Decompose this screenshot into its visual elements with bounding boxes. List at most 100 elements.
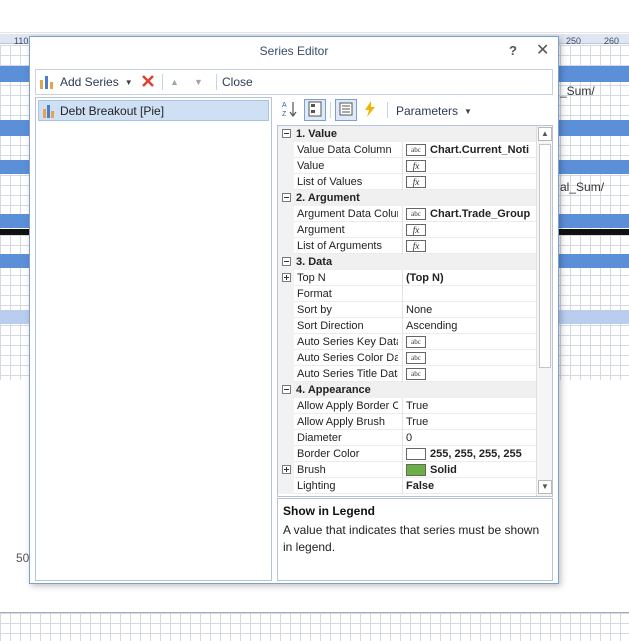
close-button[interactable]: Close [222,70,253,94]
property-name: Argument Data Colun [297,208,398,220]
add-series-label: Add Series [60,75,119,89]
property-row[interactable]: Format [278,286,536,302]
help-button[interactable]: ? [509,43,517,58]
property-value-cell[interactable]: abc [402,334,536,350]
property-name: Value [297,160,325,172]
property-row[interactable]: Border Color 255, 255, 255, 255 [278,446,536,462]
data-column-icon[interactable]: abc [406,368,426,380]
red-x-icon [140,73,156,92]
row-gutter [278,446,294,462]
property-grid-scrollbar[interactable]: ▲ ▼ [536,126,552,496]
property-row[interactable]: Argument fx [278,222,536,238]
expression-icon[interactable]: fx [406,224,426,236]
row-gutter [278,350,294,366]
property-value-cell[interactable]: fx [402,174,536,190]
series-list-item[interactable]: Debt Breakout [Pie] [38,100,269,121]
collapse-minus-icon[interactable] [282,193,291,202]
property-value: True [406,416,429,428]
property-row[interactable]: Value fx [278,158,536,174]
parameters-dropdown[interactable]: Parameters ▼ [396,99,472,123]
property-value-cell[interactable]: (Top N) [402,270,536,286]
property-row[interactable]: Top N (Top N) [278,270,536,286]
scroll-down-button[interactable]: ▼ [538,480,552,494]
property-row[interactable]: Sort by None [278,302,536,318]
row-gutter [278,206,294,222]
property-value-cell[interactable]: abc Chart.Trade_Group [402,206,536,222]
property-row[interactable]: Auto Series Title Data abc [278,366,536,382]
color-swatch[interactable] [406,464,426,476]
collapse-minus-icon[interactable] [282,129,291,138]
move-up-button[interactable]: ▲ [170,70,179,94]
expand-plus-icon[interactable] [282,273,291,282]
data-column-icon[interactable]: abc [406,336,426,348]
property-value-cell[interactable]: 0 [402,430,536,446]
property-value-cell[interactable]: fx [402,158,536,174]
scroll-up-button[interactable]: ▲ [538,127,552,141]
collapse-minus-icon[interactable] [282,257,291,266]
property-value-cell[interactable]: abc Chart.Current_Noti [402,142,536,158]
property-row[interactable]: Lighting False [278,478,536,494]
sort-alphabetical-button[interactable]: A Z [279,99,301,121]
property-row[interactable]: Value Data Column abc Chart.Current_Noti [278,142,536,158]
color-swatch[interactable] [406,448,426,460]
property-value-cell[interactable]: abc [402,350,536,366]
property-value-cell[interactable]: Ascending [402,318,536,334]
chevron-down-icon: ▼ [464,106,472,116]
categorized-icon [308,101,322,120]
close-icon[interactable]: ✕ [536,40,549,60]
expression-icon[interactable]: fx [406,160,426,172]
property-category-row[interactable]: 3. Data [278,254,536,270]
move-down-button[interactable]: ▼ [194,70,203,94]
description-text: A value that indicates that series must … [283,523,540,554]
property-row[interactable]: Sort Direction Ascending [278,318,536,334]
data-column-icon[interactable]: abc [406,144,426,156]
property-row[interactable]: List of Arguments fx [278,238,536,254]
toolbar-separator [387,102,388,118]
property-value-cell[interactable] [402,286,536,302]
property-name: Argument [297,224,345,236]
property-category-row[interactable]: 2. Argument [278,190,536,206]
scroll-thumb[interactable] [539,144,551,368]
property-value-cell[interactable]: True [402,398,536,414]
property-value-cell[interactable]: False [402,478,536,494]
property-name: Sort Direction [297,320,364,332]
expression-icon[interactable]: fx [406,240,426,252]
property-value-cell[interactable]: abc [402,366,536,382]
property-value: Ascending [406,320,458,332]
property-value-cell[interactable]: fx [402,222,536,238]
add-series-button[interactable]: Add Series ▼ [39,70,133,94]
property-row[interactable]: Diameter 0 [278,430,536,446]
property-value-cell[interactable]: Solid [402,462,536,478]
remove-series-button[interactable] [140,70,156,94]
property-value-cell[interactable]: 255, 255, 255, 255 [402,446,536,462]
property-row[interactable]: Auto Series Color Da abc [278,350,536,366]
property-category-row[interactable]: 1. Value [278,126,536,142]
properties-button[interactable] [335,99,357,121]
data-column-icon[interactable]: abc [406,352,426,364]
property-value-cell[interactable]: None [402,302,536,318]
property-row[interactable]: Brush Solid [278,462,536,478]
chart-bar-icon [39,74,55,90]
property-category-row[interactable]: 4. Appearance [278,382,536,398]
property-row[interactable]: Auto Series Key Data abc [278,334,536,350]
lightning-icon [364,100,376,120]
property-value-cell[interactable]: True [402,414,536,430]
data-column-icon[interactable]: abc [406,208,426,220]
property-value: (Top N) [406,272,444,284]
property-value: True [406,400,429,412]
expression-icon[interactable]: fx [406,176,426,188]
property-name: Allow Apply Brush [297,416,386,428]
property-name: List of Values [297,176,363,188]
property-row[interactable]: Argument Data Colun abc Chart.Trade_Group [278,206,536,222]
categorized-button[interactable] [304,99,326,121]
property-row[interactable]: Allow Apply Border C True [278,398,536,414]
collapse-minus-icon[interactable] [282,385,291,394]
property-name: Lighting [297,480,336,492]
property-row[interactable]: List of Values fx [278,174,536,190]
property-row[interactable]: Allow Apply Brush True [278,414,536,430]
property-value-cell[interactable]: fx [402,238,536,254]
property-description-panel: Show in Legend A value that indicates th… [277,498,553,581]
expand-plus-icon[interactable] [282,465,291,474]
property-name: Auto Series Color Da [297,352,398,364]
events-button[interactable] [359,99,381,121]
